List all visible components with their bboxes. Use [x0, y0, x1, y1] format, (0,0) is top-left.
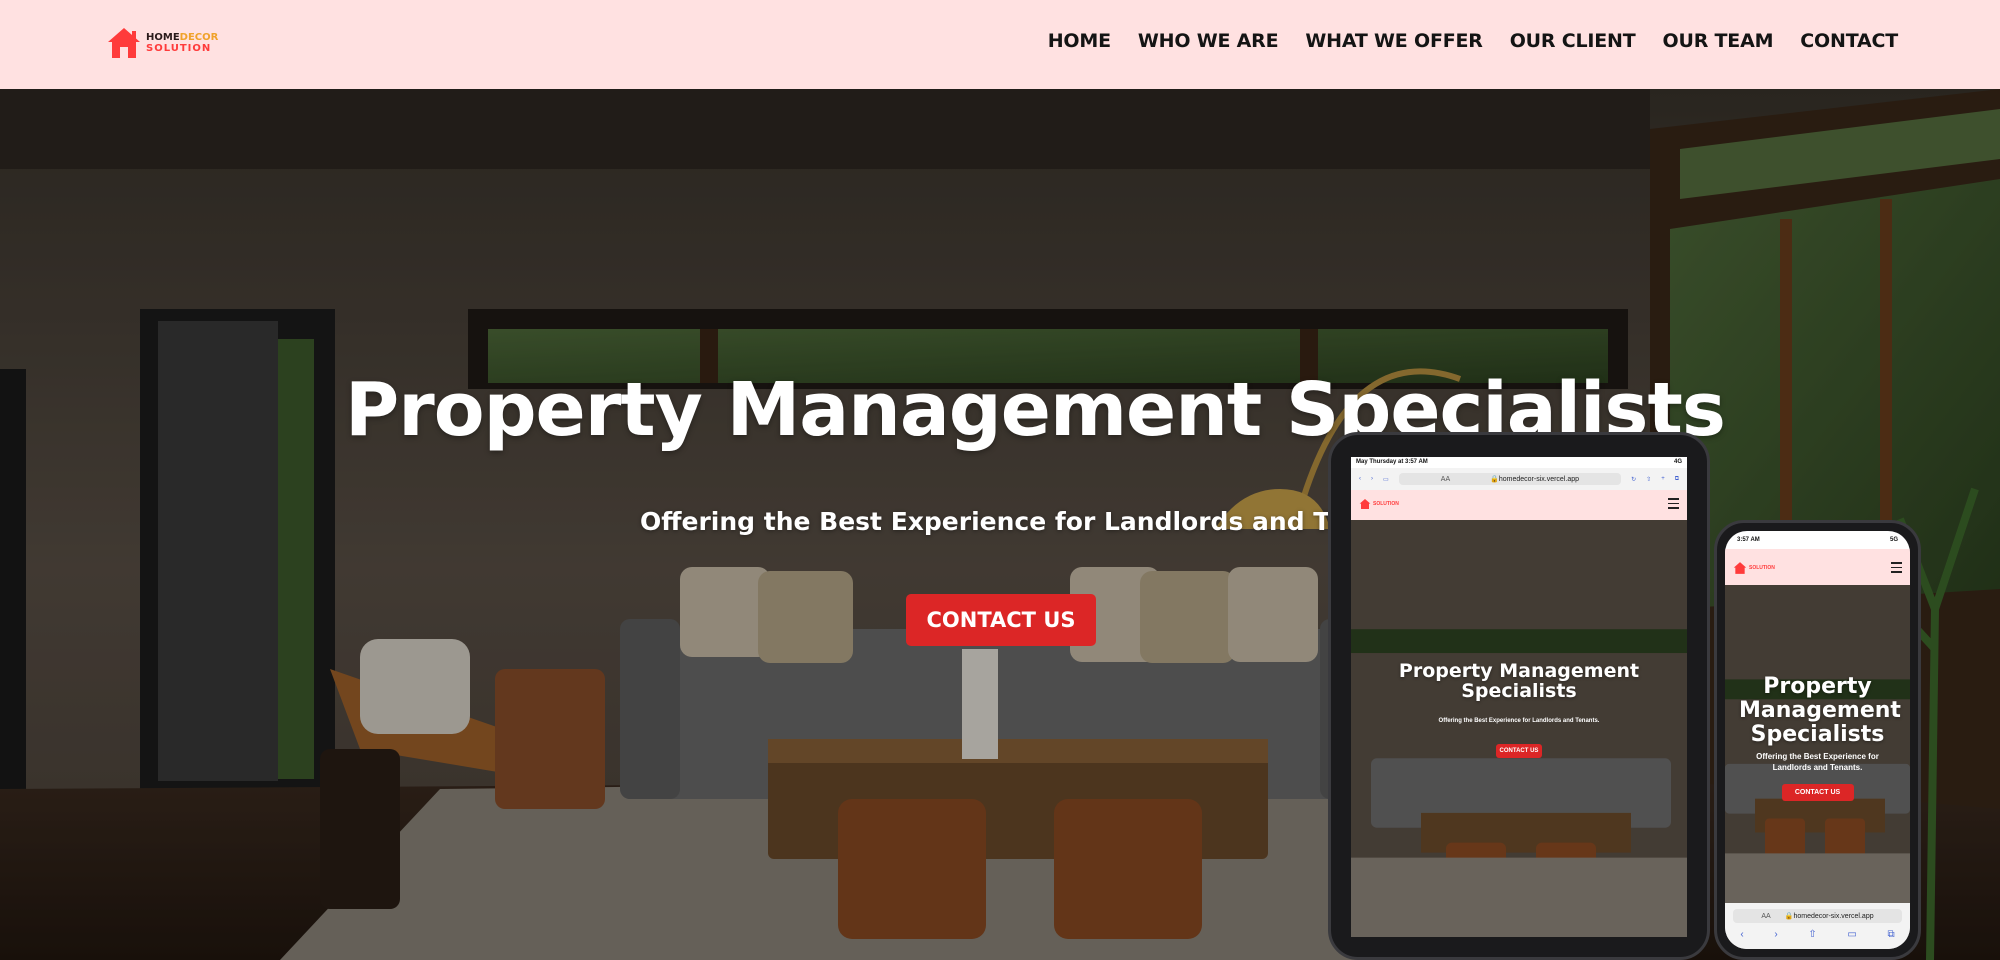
- forward-arrow-icon[interactable]: ›: [1774, 929, 1777, 940]
- tablet-status-network: 4G: [1673, 459, 1682, 465]
- tablet-hero-title: Property Management Specialists: [1398, 660, 1640, 702]
- back-arrow-icon[interactable]: ‹: [1359, 476, 1361, 482]
- tablet-logo[interactable]: SOLUTION: [1359, 498, 1399, 510]
- phone-site-header: SOLUTION: [1725, 549, 1910, 585]
- phone-hero-subtitle: Offering the Best Experience for Landlor…: [1756, 752, 1879, 772]
- share-icon[interactable]: ⇧: [1646, 476, 1651, 483]
- logo-text-decor: DECOR: [179, 32, 219, 43]
- share-icon[interactable]: ⇧: [1808, 929, 1816, 940]
- phone-url-text: homedecor-six.vercel.app: [1793, 912, 1874, 920]
- logo-text-home: HOME: [146, 32, 180, 43]
- logo[interactable]: HOMEDECOR SOLUTION: [106, 25, 218, 61]
- tablet-logo-text: SOLUTION: [1373, 501, 1399, 507]
- back-arrow-icon[interactable]: ‹: [1740, 929, 1743, 940]
- reload-icon[interactable]: ↻: [1631, 476, 1636, 483]
- phone-reader-label: AA: [1761, 912, 1771, 920]
- tabs-icon[interactable]: ⧉: [1675, 476, 1679, 483]
- phone-status-network: 5G: [1889, 537, 1898, 543]
- tablet-site-header: SOLUTION: [1351, 490, 1687, 520]
- add-tab-icon[interactable]: +: [1661, 476, 1665, 482]
- nav-who-we-are[interactable]: WHO WE ARE: [1138, 30, 1279, 52]
- phone-screen: 3:57 AM 5G SOLUTION Property Management …: [1725, 531, 1910, 949]
- tablet-hero: Property Management Specialists Offering…: [1351, 520, 1687, 937]
- phone-hero: Property Management Specialists Offering…: [1725, 585, 1910, 903]
- tablet-hero-subtitle: Offering the Best Experience for Landlor…: [1438, 718, 1600, 724]
- tablet-browser-toolbar: ‹ › ▭ AA 🔒 homedecor-six.vercel.app ↻ ⇧ …: [1351, 468, 1687, 490]
- tablet-status-bar: May Thursday at 3:57 AM 4G: [1351, 457, 1687, 468]
- site-header: HOMEDECOR SOLUTION HOME WHO WE ARE WHAT …: [0, 0, 2000, 89]
- nav-our-team[interactable]: OUR TEAM: [1663, 30, 1774, 52]
- nav-our-client[interactable]: OUR CLIENT: [1510, 30, 1636, 52]
- phone-status-bar: 3:57 AM 5G: [1725, 531, 1910, 549]
- house-icon: [108, 28, 140, 58]
- phone-mockup: 3:57 AM 5G SOLUTION Property Management …: [1714, 520, 1921, 960]
- hamburger-menu-icon[interactable]: [1891, 562, 1902, 576]
- house-icon: [1733, 562, 1747, 574]
- nav-contact[interactable]: CONTACT: [1800, 30, 1898, 52]
- tablet-screen: May Thursday at 3:57 AM 4G ‹ › ▭ AA 🔒 ho…: [1351, 457, 1687, 937]
- lock-icon: 🔒: [1784, 913, 1794, 920]
- hamburger-menu-icon[interactable]: [1668, 498, 1679, 512]
- tabs-icon[interactable]: ⧉: [1887, 929, 1894, 940]
- forward-arrow-icon[interactable]: ›: [1371, 476, 1373, 482]
- tablet-contact-us-button[interactable]: CONTACT US: [1496, 744, 1542, 758]
- house-icon: [1359, 499, 1371, 509]
- tablet-url-text: homedecor-six.vercel.app: [1498, 475, 1579, 483]
- phone-logo-text: SOLUTION: [1749, 565, 1775, 571]
- book-icon[interactable]: ▭: [1847, 929, 1856, 940]
- main-nav: HOME WHO WE ARE WHAT WE OFFER OUR CLIENT…: [1048, 30, 1898, 52]
- phone-hero-title: Property Management Specialists: [1739, 674, 1901, 747]
- nav-home[interactable]: HOME: [1048, 30, 1111, 52]
- phone-url-field[interactable]: AA 🔒 homedecor-six.vercel.app: [1733, 909, 1902, 923]
- phone-status-time: 3:57 AM: [1737, 537, 1760, 543]
- nav-what-we-offer[interactable]: WHAT WE OFFER: [1305, 30, 1483, 52]
- tablet-url-field[interactable]: AA 🔒 homedecor-six.vercel.app: [1398, 473, 1622, 485]
- tablet-mockup: May Thursday at 3:57 AM 4G ‹ › ▭ AA 🔒 ho…: [1328, 432, 1710, 960]
- tablet-status-time: May Thursday at 3:57 AM: [1356, 459, 1428, 465]
- book-icon[interactable]: ▭: [1383, 476, 1389, 483]
- contact-us-button[interactable]: CONTACT US: [906, 594, 1096, 646]
- phone-browser-toolbar: AA 🔒 homedecor-six.vercel.app ‹ › ⇧ ▭ ⧉: [1725, 903, 1910, 949]
- tablet-hero-background: [1351, 520, 1687, 937]
- hero-subtitle: Offering the Best Experience for Landlor…: [640, 507, 1397, 536]
- phone-logo[interactable]: SOLUTION: [1733, 561, 1775, 575]
- logo-text-solution: SOLUTION: [146, 43, 212, 54]
- lock-icon: 🔒: [1490, 476, 1499, 483]
- phone-contact-us-button[interactable]: CONTACT US: [1781, 784, 1854, 801]
- tablet-reader-label: AA: [1440, 475, 1451, 483]
